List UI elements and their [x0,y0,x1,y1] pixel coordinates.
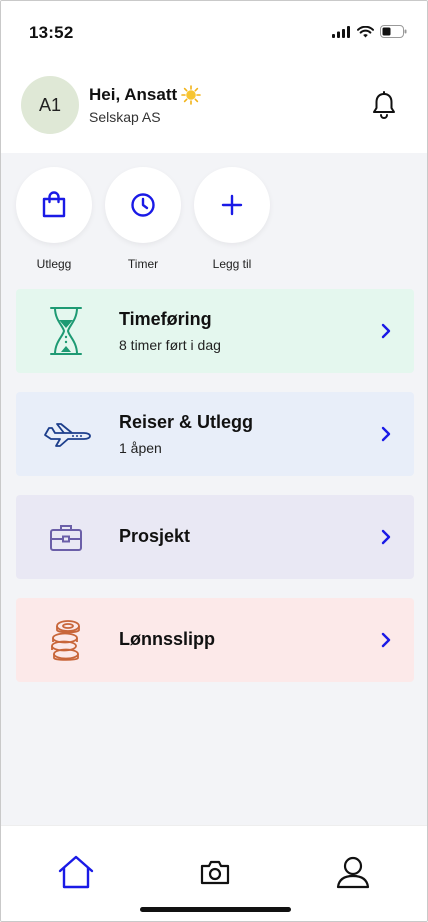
chevron-right-icon [381,632,391,648]
card-icon [44,301,88,361]
card-icon [44,610,88,670]
card-text: Timeføring 8 timer ført i dag [119,309,221,353]
card-text: Prosjekt [119,526,190,547]
shopping-bag-icon [42,191,66,218]
avatar-initials: A1 [38,94,62,115]
home-icon [58,855,94,889]
status-icons [332,25,407,38]
bell-icon[interactable] [371,91,397,119]
tab-profile[interactable] [333,852,373,892]
coins-icon [51,620,80,661]
camera-icon [200,860,230,885]
company-name: Selskap AS [89,109,161,125]
card-title: Reiser & Utlegg [119,412,254,432]
hourglass-icon [50,307,82,355]
quick-action-label: Legg til [212,257,252,271]
quick-action-add[interactable]: Legg til [194,167,270,271]
card-reiser-utlegg[interactable]: Reiser & Utlegg 1 åpen [16,392,414,476]
chevron-right-icon [381,323,391,339]
card-prosjekt[interactable]: Prosjekt [16,495,414,579]
signal-icon [332,25,350,38]
status-time: 13:52 [29,23,74,42]
tab-home[interactable] [56,852,96,892]
greeting: Hei, Ansatt [89,85,201,105]
quick-action-label: Utlegg [36,257,72,271]
card-icon [42,404,92,464]
quick-action-button[interactable] [16,167,92,243]
card-title: Timeføring [119,309,212,329]
card-subtitle: 1 åpen [119,440,162,456]
home-indicator [140,907,291,912]
card-text: Reiser & Utlegg 1 åpen [119,412,253,456]
card-title: Prosjekt [119,526,191,546]
chevron-right-icon [381,529,391,545]
quick-action-label: Timer [127,257,159,271]
tab-camera[interactable] [195,852,235,892]
card-lonnsslipp[interactable]: Lønnsslipp [16,598,414,682]
card-title: Lønnsslipp [119,629,215,649]
chevron-right-icon [381,426,391,442]
quick-action-button[interactable] [194,167,270,243]
card-subtitle: 8 timer ført i dag [119,337,221,353]
quick-action-timer[interactable]: Timer [105,167,181,271]
airplane-icon [44,423,91,447]
greeting-text: Hei, Ansatt [89,85,178,104]
sun-icon [181,85,201,105]
card-icon [44,507,88,567]
wifi-icon [357,25,374,37]
profile-icon [336,856,370,889]
briefcase-icon [50,525,82,551]
plus-icon [221,194,243,216]
battery-icon [380,25,407,38]
clock-icon [131,193,155,217]
quick-action-button[interactable] [105,167,181,243]
status-bar: 13:52 [1,1,427,63]
quick-action-utlegg[interactable]: Utlegg [16,167,92,271]
card-text: Lønnsslipp [119,629,215,650]
app-screen: 13:52 A1 Hei, Ansatt Selskap AS Utlegg T… [0,0,428,922]
card-timeforing[interactable]: Timeføring 8 timer ført i dag [16,289,414,373]
main-content: Utlegg Timer Legg til Timeføring 8 timer… [1,153,427,825]
avatar[interactable]: A1 [21,76,79,134]
header: A1 Hei, Ansatt Selskap AS [1,63,427,153]
